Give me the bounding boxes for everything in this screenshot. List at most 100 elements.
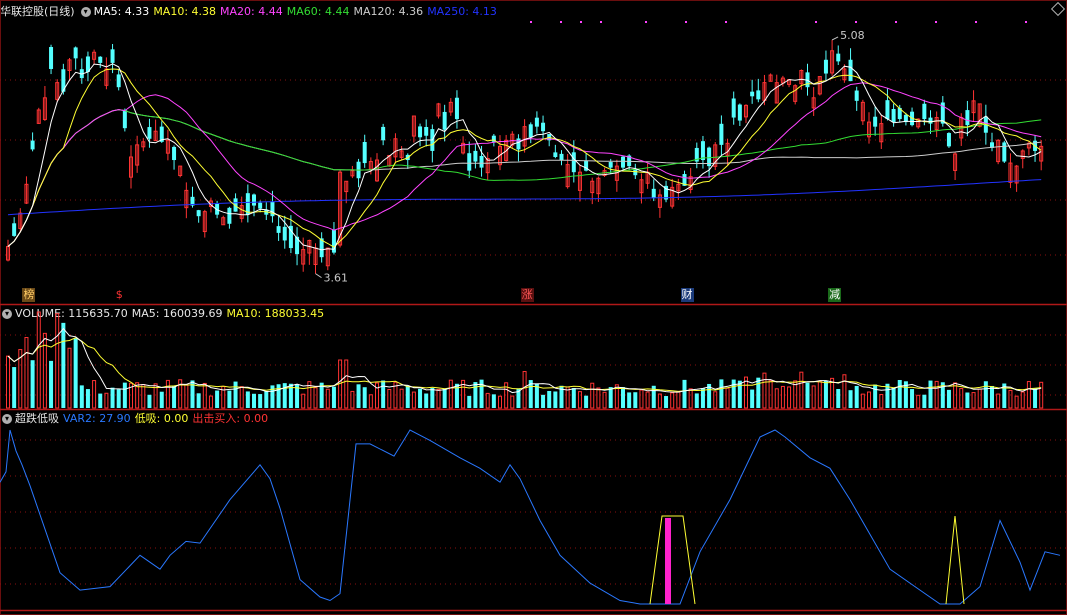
volume-bar-down — [694, 393, 699, 408]
volume-bar-down — [442, 388, 447, 408]
signal-dot — [1025, 21, 1027, 23]
volume-bar-down — [750, 389, 755, 408]
volume-bar-up — [799, 371, 804, 409]
candle-body-down — [282, 226, 287, 241]
volume-bar-down — [823, 380, 828, 408]
volume-bar-down — [122, 382, 127, 408]
signal-dot — [815, 21, 817, 23]
signal-tag[interactable]: 涨 — [520, 288, 534, 302]
signal-dot — [530, 21, 532, 23]
candle-body-down — [534, 117, 539, 127]
volume-bar-down — [424, 393, 429, 408]
candle-body-down — [719, 123, 724, 145]
candle-body-down — [823, 59, 828, 74]
volume-bar-down — [79, 385, 84, 408]
candle-body-down — [467, 153, 472, 171]
volume-bar-down — [633, 392, 638, 408]
volume-bar-up — [350, 390, 355, 409]
ma10-line — [7, 68, 1042, 248]
volume-bar-up — [774, 388, 779, 409]
volume-bar-up — [325, 388, 330, 409]
candle-body-down — [276, 226, 281, 233]
candle-body-down — [473, 150, 478, 162]
volume-bar-down — [608, 387, 613, 408]
volume-bar-down — [848, 390, 853, 408]
volume-bar-up — [67, 347, 72, 409]
candle-body-down — [737, 104, 742, 121]
candle-body-down — [854, 90, 859, 101]
volume-bar-up — [387, 389, 392, 409]
volume-bar-up — [787, 386, 792, 409]
volume-bar-down — [159, 391, 164, 408]
volume-bar-down — [227, 390, 232, 408]
volume-bar-up — [1008, 389, 1013, 409]
volume-bar-up — [1039, 381, 1044, 409]
volume-bar-up — [313, 387, 318, 409]
volume-ma5-line — [7, 327, 1042, 394]
signal-tag[interactable]: 财 — [680, 288, 694, 302]
volume-bar-down — [49, 360, 54, 408]
signal-tag[interactable]: 减 — [828, 288, 842, 302]
var2-line — [0, 429, 1061, 605]
volume-bar-up — [860, 393, 865, 409]
candle-body-down — [30, 140, 35, 150]
ma250-line — [7, 179, 1042, 216]
signal-dot — [685, 21, 687, 23]
volume-ma10-line — [7, 337, 1042, 392]
volume-bar-down — [922, 394, 927, 408]
volume-bar-up — [817, 381, 822, 409]
volume-bar-down — [405, 385, 410, 408]
candle-body-down — [836, 53, 841, 62]
volume-bar-up — [1020, 391, 1025, 409]
volume-bar-up — [725, 387, 730, 409]
volume-bar-down — [264, 391, 269, 408]
volume-bar-down — [731, 379, 736, 408]
stock-chart[interactable]: 5.08 3.61 — [0, 0, 1067, 615]
volume-bar-up — [208, 395, 213, 409]
volume-bar-down — [418, 388, 423, 408]
volume-bar-up — [184, 384, 189, 409]
dixi-signal-line — [649, 515, 696, 605]
volume-bar-up — [971, 392, 976, 409]
volume-bar-up — [368, 394, 373, 409]
volume-bar-up — [344, 359, 349, 409]
candle-body-down — [571, 152, 576, 173]
candle-body-down — [227, 207, 232, 224]
candle-body-down — [541, 122, 546, 132]
volume-bar-down — [196, 393, 201, 408]
signal-tag[interactable]: $ — [114, 288, 124, 302]
volume-bar-down — [362, 387, 367, 408]
signal-dot — [645, 21, 647, 23]
volume-bar-up — [762, 372, 767, 409]
volume-bar-up — [590, 382, 595, 409]
candle-body-down — [258, 202, 263, 209]
candle-body-down — [196, 210, 201, 217]
volume-bar-up — [676, 391, 681, 409]
candle-body-down — [621, 156, 625, 168]
volume-bar-up — [602, 391, 607, 409]
volume-bar-down — [479, 379, 484, 408]
volume-bar-up — [141, 384, 146, 409]
volume-bar-up — [55, 313, 60, 409]
volume-bar-down — [873, 384, 878, 408]
candle-body-down — [98, 56, 103, 63]
signal-tag[interactable]: 榜 — [22, 288, 36, 302]
volume-bar-down — [965, 392, 970, 408]
volume-bar-down — [928, 380, 933, 408]
volume-bar-down — [245, 391, 250, 408]
volume-bar-up — [713, 391, 718, 409]
volume-bar-down — [584, 395, 589, 408]
candle-body-down — [731, 98, 736, 118]
volume-bar-up — [768, 380, 773, 409]
volume-bar-up — [639, 389, 644, 409]
volume-bar-down — [473, 382, 478, 408]
volume-bar-down — [682, 379, 687, 408]
volume-bar-down — [805, 382, 810, 408]
candle-body-down — [756, 90, 761, 100]
volume-bar-down — [836, 389, 841, 408]
volume-bar-down — [664, 396, 669, 408]
volume-bar-down — [891, 387, 896, 408]
volume-bar-down — [700, 388, 705, 408]
volume-bar-up — [6, 355, 10, 409]
volume-bar-up — [934, 380, 939, 409]
